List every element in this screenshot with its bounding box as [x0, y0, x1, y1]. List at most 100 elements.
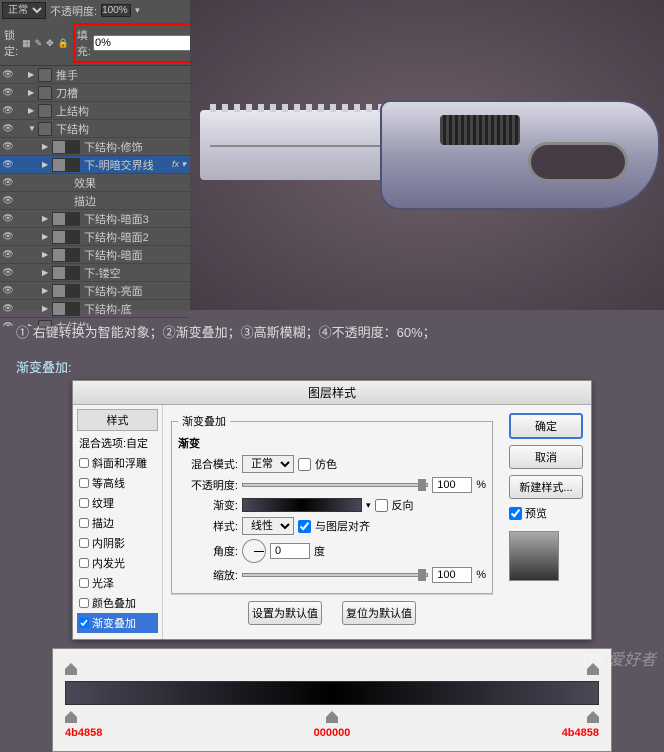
opacity-stop[interactable] [65, 663, 77, 675]
gradient-preview[interactable] [242, 498, 362, 512]
layer-label: 下结构-暗面 [84, 247, 143, 263]
new-style-button[interactable]: 新建样式... [509, 475, 583, 499]
style-checkbox[interactable] [79, 618, 89, 628]
align-checkbox[interactable] [298, 520, 311, 533]
layer-row[interactable]: 👁▶刀槽 [0, 84, 190, 102]
disclosure-icon[interactable]: ▶ [42, 250, 52, 259]
style-item[interactable]: 纹理 [77, 493, 158, 513]
style-item[interactable]: 渐变叠加 [77, 613, 158, 633]
visibility-icon[interactable]: 👁 [2, 267, 14, 278]
style-checkbox[interactable] [79, 578, 89, 588]
styles-header[interactable]: 样式 [77, 409, 158, 431]
visibility-icon[interactable]: 👁 [2, 231, 14, 242]
style-checkbox[interactable] [79, 518, 89, 528]
visibility-icon[interactable]: 👁 [2, 87, 14, 98]
style-item[interactable]: 颜色叠加 [77, 593, 158, 613]
style-item[interactable]: 斜面和浮雕 [77, 453, 158, 473]
visibility-icon[interactable]: 👁 [2, 213, 14, 224]
disclosure-icon[interactable]: ▶ [42, 142, 52, 151]
scale-value[interactable] [432, 567, 472, 583]
color-stop-right[interactable] [587, 711, 599, 723]
visibility-icon[interactable]: 👁 [2, 105, 14, 116]
reset-default-button[interactable]: 复位为默认值 [342, 601, 416, 625]
reverse-checkbox[interactable] [375, 499, 388, 512]
disclosure-icon[interactable]: ▶ [42, 286, 52, 295]
disclosure-icon[interactable]: ▶ [28, 88, 38, 97]
panel-header: 正常 不透明度: ▾ [0, 0, 190, 21]
visibility-icon[interactable]: 👁 [2, 69, 14, 80]
disclosure-icon[interactable]: ▼ [28, 124, 38, 133]
visibility-icon[interactable]: 👁 [2, 249, 14, 260]
color-stop-mid[interactable] [326, 711, 338, 723]
layer-label: 下-镂空 [84, 265, 121, 281]
lock-all-icon[interactable]: 🔒 [58, 38, 69, 49]
layer-row[interactable]: 👁▶下结构-底 [0, 300, 190, 318]
knife-blade [200, 110, 400, 180]
set-default-button[interactable]: 设置为默认值 [248, 601, 322, 625]
preview-checkbox[interactable] [509, 507, 522, 520]
layer-row[interactable]: 👁▶下结构-修饰 [0, 138, 190, 156]
ok-button[interactable]: 确定 [509, 413, 583, 439]
chevron-down-icon[interactable]: ▾ [135, 5, 140, 16]
layer-row[interactable]: 👁效果 [0, 174, 190, 192]
blend-options-item[interactable]: 混合选项:自定 [77, 433, 158, 453]
lock-pixels-icon[interactable]: ▦ [22, 38, 31, 49]
style-checkbox[interactable] [79, 598, 89, 608]
disclosure-icon[interactable]: ▶ [42, 214, 52, 223]
layer-row[interactable]: 👁 ▶ 下结构-暗面 [0, 246, 190, 264]
visibility-icon[interactable]: 👁 [2, 123, 14, 134]
layer-row[interactable]: 👁▶下-明暗交界线fx ▾ [0, 156, 190, 174]
dither-checkbox[interactable] [298, 458, 311, 471]
style-checkbox[interactable] [79, 458, 89, 468]
opacity-slider[interactable] [242, 483, 428, 487]
layer-row[interactable]: 👁▶下结构-亮面 [0, 282, 190, 300]
angle-value[interactable] [270, 543, 310, 559]
visibility-icon[interactable]: 👁 [2, 159, 14, 170]
cancel-button[interactable]: 取消 [509, 445, 583, 469]
opacity-value[interactable] [432, 477, 472, 493]
chevron-down-icon[interactable]: ▾ [366, 500, 371, 511]
blend-mode-select[interactable]: 正常 [242, 455, 294, 473]
disclosure-icon[interactable]: ▶ [42, 160, 52, 169]
visibility-icon[interactable]: 👁 [2, 321, 14, 326]
lock-move-icon[interactable]: ✥ [46, 38, 54, 49]
visibility-icon[interactable]: 👁 [2, 141, 14, 152]
opacity-input[interactable] [101, 4, 131, 17]
opacity-stop[interactable] [587, 663, 599, 675]
style-checkbox[interactable] [79, 558, 89, 568]
fx-badge[interactable]: fx ▾ [172, 159, 188, 170]
style-item[interactable]: 内阴影 [77, 533, 158, 553]
style-checkbox[interactable] [79, 538, 89, 548]
layer-row[interactable]: 👁▶上结构 [0, 102, 190, 120]
blend-mode-select[interactable]: 正常 [2, 2, 46, 19]
disclosure-icon[interactable]: ▶ [28, 70, 38, 79]
style-item[interactable]: 等高线 [77, 473, 158, 493]
color-stop-left[interactable] [65, 711, 77, 723]
layer-row[interactable]: 👁▶下结构-暗面3 [0, 210, 190, 228]
layer-row[interactable]: 👁 ▶ 下-镂空 [0, 264, 190, 282]
visibility-icon[interactable]: 👁 [2, 195, 14, 206]
layer-row[interactable]: 👁描边 [0, 192, 190, 210]
visibility-icon[interactable]: 👁 [2, 177, 14, 188]
layer-row[interactable]: 👁▶推手 [0, 66, 190, 84]
gradient-bar[interactable] [65, 681, 599, 705]
layer-label: 下结构 [56, 121, 89, 137]
disclosure-icon[interactable]: ▶ [42, 232, 52, 241]
visibility-icon[interactable]: 👁 [2, 303, 14, 314]
style-select[interactable]: 线性 [242, 517, 294, 535]
disclosure-icon[interactable]: ▶ [42, 268, 52, 277]
visibility-icon[interactable]: 👁 [2, 285, 14, 296]
lock-brush-icon[interactable]: ✎ [35, 38, 43, 49]
style-checkbox[interactable] [79, 478, 89, 488]
style-checkbox[interactable] [79, 498, 89, 508]
disclosure-icon[interactable]: ▶ [28, 106, 38, 115]
style-item[interactable]: 描边 [77, 513, 158, 533]
layer-row[interactable]: 👁 ▼ 下结构 [0, 120, 190, 138]
style-item[interactable]: 光泽 [77, 573, 158, 593]
layer-row[interactable]: 👁▶下结构-暗面2 [0, 228, 190, 246]
style-list: 样式 混合选项:自定 斜面和浮雕等高线纹理描边内阴影内发光光泽颜色叠加渐变叠加 [73, 405, 163, 639]
style-item[interactable]: 内发光 [77, 553, 158, 573]
disclosure-icon[interactable]: ▶ [42, 304, 52, 313]
scale-slider[interactable] [242, 573, 428, 577]
angle-wheel[interactable] [242, 539, 266, 563]
